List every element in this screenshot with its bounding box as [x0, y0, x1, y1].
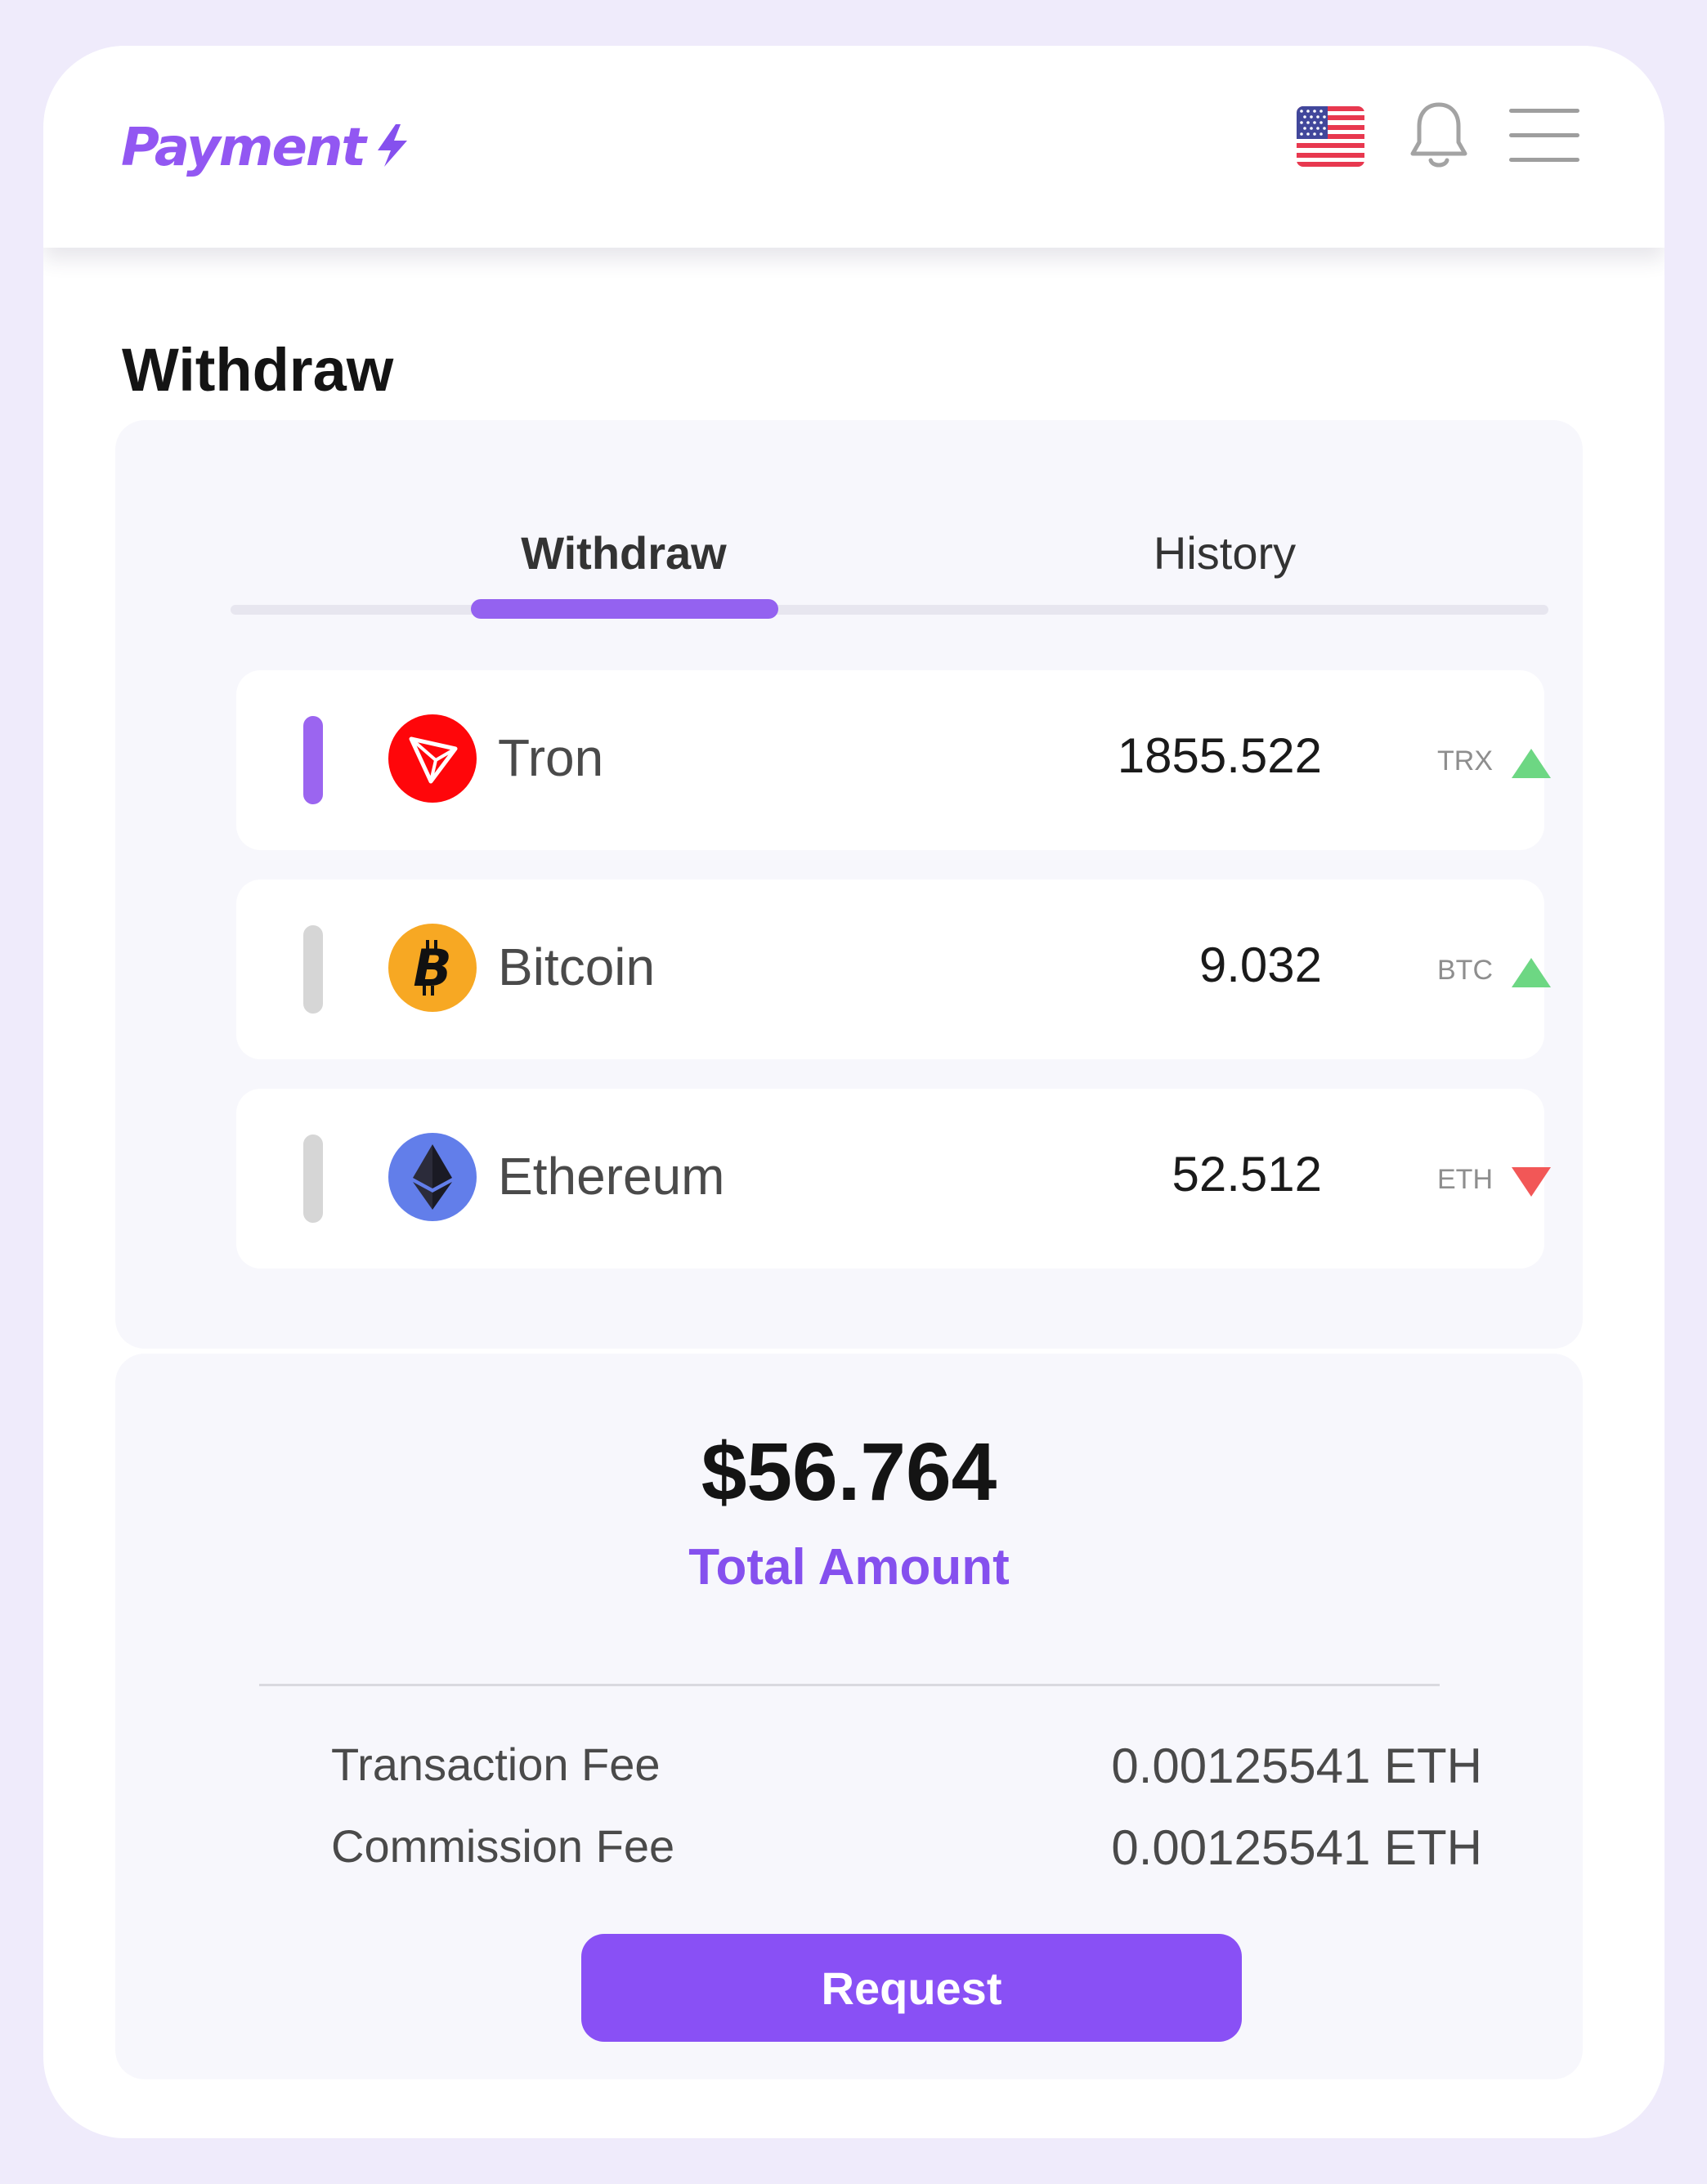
tab-track — [231, 605, 1548, 615]
asset-row-bitcoin[interactable]: B Bitcoin 9.032 BTC — [236, 879, 1551, 1059]
asset-row-ethereum[interactable]: Ethereum 52.512 ETH — [236, 1089, 1551, 1269]
selection-indicator — [303, 716, 323, 804]
lightning-bolt-icon — [378, 124, 407, 167]
total-amount-value: $56.764 — [701, 1426, 997, 1518]
trend-up-icon — [1512, 749, 1551, 778]
tab-withdraw[interactable]: Withdraw — [521, 526, 726, 580]
us-flag-icon[interactable] — [1297, 106, 1364, 167]
commission-fee-label: Commission Fee — [331, 1820, 675, 1872]
asset-name: Bitcoin — [498, 938, 656, 996]
selection-indicator — [303, 1135, 323, 1223]
hamburger-menu-icon[interactable] — [1508, 105, 1581, 166]
payment-logo[interactable]: Payment — [121, 107, 410, 189]
page-title: Withdraw — [122, 336, 394, 404]
asset-amount: 1855.522 — [1117, 728, 1322, 783]
transaction-fee-value: 0.00125541 ETH — [1111, 1739, 1482, 1793]
commission-fee-value: 0.00125541 ETH — [1111, 1820, 1482, 1875]
top-navigation-bar: Payment — [43, 46, 1664, 248]
asset-symbol: BTC — [1437, 955, 1493, 986]
asset-name: Tron — [498, 728, 604, 787]
bell-icon[interactable] — [1408, 100, 1470, 172]
asset-name: Ethereum — [498, 1147, 725, 1206]
request-button[interactable]: Request — [581, 1934, 1242, 2042]
ethereum-icon — [388, 1133, 477, 1221]
tab-history[interactable]: History — [1154, 526, 1296, 580]
tron-icon — [388, 714, 477, 803]
asset-row-tron[interactable]: Tron 1855.522 TRX — [236, 670, 1551, 850]
logo-text: Payment — [121, 118, 366, 178]
transaction-fee-label: Transaction Fee — [331, 1739, 661, 1790]
summary-card: $56.764 Total Amount Transaction Fee 0.0… — [115, 1354, 1583, 2079]
app-window: Payment Withdraw Withdraw History Tron 1… — [43, 46, 1664, 2138]
asset-symbol: TRX — [1437, 745, 1493, 776]
bitcoin-icon: B — [388, 924, 477, 1012]
divider — [259, 1684, 1440, 1686]
selection-indicator — [303, 925, 323, 1014]
total-amount-label: Total Amount — [688, 1539, 1010, 1595]
active-tab-indicator — [471, 599, 778, 619]
trend-down-icon — [1512, 1167, 1551, 1197]
asset-symbol: ETH — [1437, 1164, 1493, 1195]
tab-bar: Withdraw History — [115, 420, 1583, 619]
asset-amount: 52.512 — [1172, 1147, 1322, 1202]
trend-up-icon — [1512, 958, 1551, 987]
asset-amount: 9.032 — [1198, 938, 1322, 992]
withdraw-card: Withdraw History Tron 1855.522 TRX B Bit… — [115, 420, 1583, 1349]
